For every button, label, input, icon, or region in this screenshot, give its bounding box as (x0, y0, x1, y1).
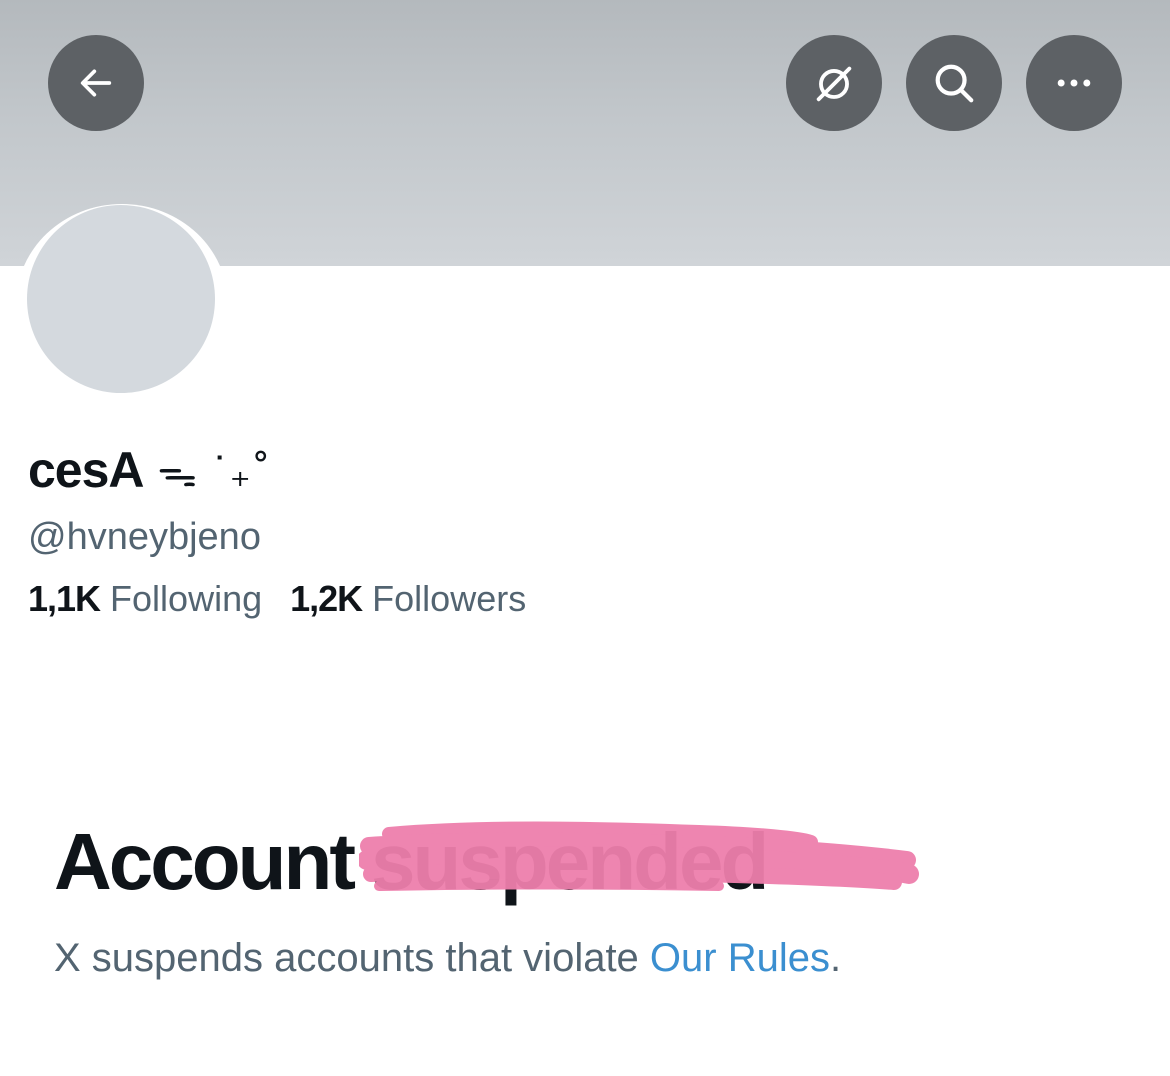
following-link[interactable]: 1,1K Following (28, 578, 262, 620)
back-button[interactable] (48, 35, 144, 131)
following-count: 1,1K (28, 578, 101, 619)
followers-count: 1,2K (290, 578, 363, 619)
headline-suspended: suspended (371, 817, 769, 906)
more-button[interactable] (1026, 35, 1122, 131)
arrow-left-icon (76, 63, 116, 103)
description-text: X suspends accounts that violate (54, 936, 650, 980)
description-period: . (829, 936, 842, 980)
followers-label: Followers (372, 578, 527, 619)
headline-account: Account (54, 817, 356, 906)
avatar[interactable] (27, 205, 215, 393)
following-label: Following (110, 578, 263, 619)
display-name-decoration: ᯓ ˙₊˚ (157, 449, 271, 496)
our-rules-link[interactable]: Our Rules (650, 936, 830, 980)
display-name-text: cesA (28, 442, 145, 498)
search-button[interactable] (906, 35, 1002, 131)
grok-icon (811, 60, 857, 106)
more-horizontal-icon (1052, 61, 1096, 105)
profile-page: cesA ᯓ ˙₊˚ @hvneybjeno 1,1K Following 1,… (0, 0, 1170, 1076)
grok-button[interactable] (786, 35, 882, 131)
headline-struck-word: suspended (359, 816, 919, 908)
display-name: cesA ᯓ ˙₊˚ (28, 434, 271, 506)
suspension-description: X suspends accounts that violate Our Rul… (54, 936, 841, 981)
profile-stats: 1,1K Following 1,2K Followers (28, 578, 526, 620)
username-handle: @hvneybjeno (28, 516, 261, 558)
search-icon (931, 60, 977, 106)
suspension-headline: Account suspended (54, 812, 919, 912)
followers-link[interactable]: 1,2K Followers (290, 578, 526, 620)
